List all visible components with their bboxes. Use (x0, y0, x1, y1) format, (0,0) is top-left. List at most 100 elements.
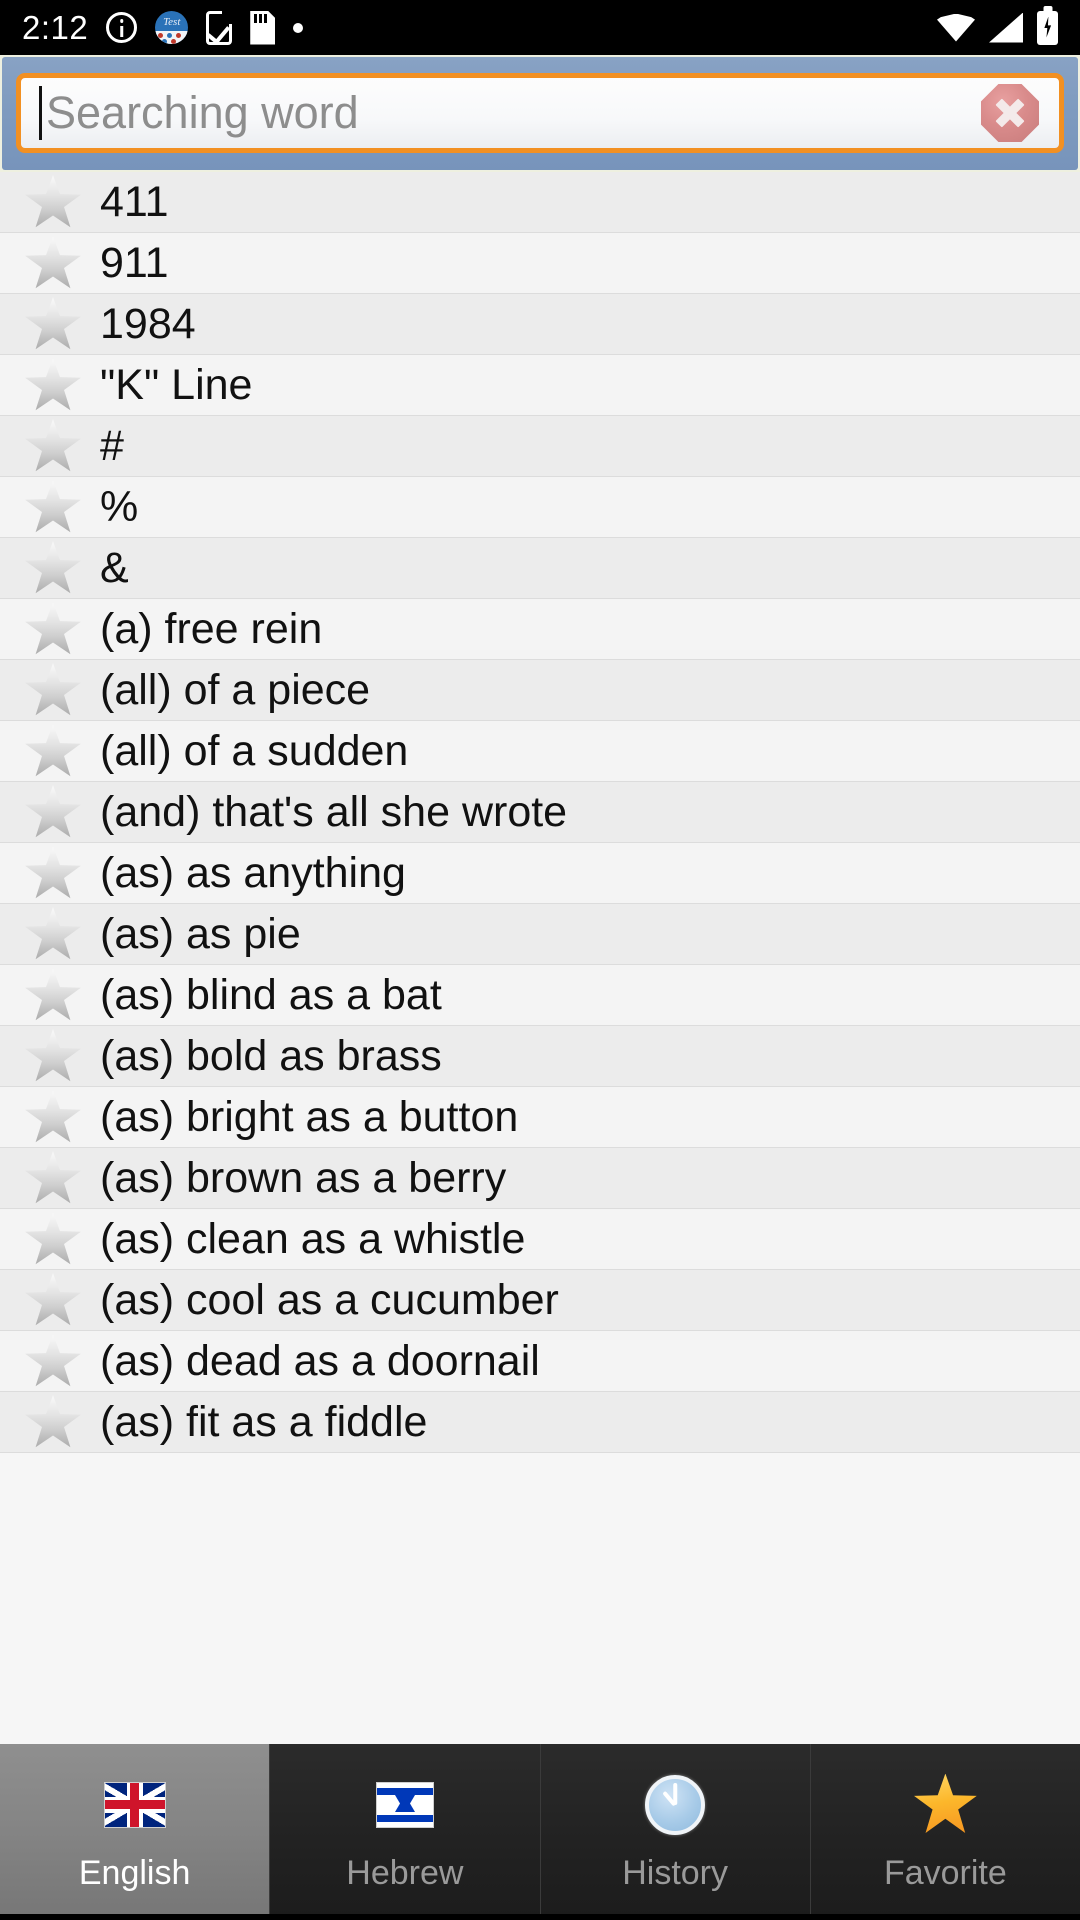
list-item-label: (as) as pie (100, 909, 301, 958)
list-item-label: 911 (100, 238, 169, 287)
star-outline-icon[interactable] (24, 1272, 82, 1328)
list-item-label: (as) fit as a fiddle (100, 1397, 428, 1446)
star-shape (25, 480, 81, 533)
star-outline-icon[interactable] (24, 1211, 82, 1267)
tab-english[interactable]: English (0, 1744, 271, 1920)
star-shape (25, 602, 81, 655)
tab-label: Hebrew (346, 1853, 464, 1892)
star-shape (25, 236, 81, 289)
list-item[interactable]: (all) of a sudden (0, 721, 1080, 782)
star-outline-icon[interactable] (24, 174, 82, 230)
text-caret (39, 86, 42, 140)
star-outline-icon[interactable] (24, 784, 82, 840)
status-bar-left: 2:12 Test (22, 7, 304, 46)
list-item[interactable]: (as) fit as a fiddle (0, 1392, 1080, 1453)
list-item-label: (as) blind as a bat (100, 970, 442, 1019)
list-item[interactable]: 1984 (0, 294, 1080, 355)
clock-icon (642, 1772, 708, 1838)
list-item-label: (as) bold as brass (100, 1031, 442, 1080)
clock-face (645, 1774, 706, 1835)
star-outline-icon[interactable] (24, 906, 82, 962)
star-outline-icon[interactable] (24, 723, 82, 779)
star-shape (25, 1212, 81, 1265)
star-shape (25, 1029, 81, 1082)
tab-favorite[interactable]: Favorite (810, 1744, 1080, 1920)
star-outline-icon[interactable] (24, 1394, 82, 1450)
list-item-label: "K" Line (100, 360, 253, 409)
list-item[interactable]: (all) of a piece (0, 660, 1080, 721)
tab-label: Favorite (883, 1853, 1007, 1892)
dot-icon (293, 22, 304, 33)
tab-history[interactable]: History (540, 1744, 811, 1920)
star-outline-icon[interactable] (24, 1089, 82, 1145)
list-item[interactable]: % (0, 477, 1080, 538)
star-shape (25, 907, 81, 960)
star-outline-icon[interactable] (24, 1028, 82, 1084)
list-item[interactable]: (as) as pie (0, 904, 1080, 965)
list-item[interactable]: (as) bold as brass (0, 1026, 1080, 1087)
test-app-label: Test (163, 16, 181, 28)
wifi-icon (937, 13, 975, 42)
list-item-label: 411 (100, 177, 169, 226)
star-outline-icon[interactable] (24, 1333, 82, 1389)
star-shape (25, 419, 81, 472)
list-item-label: (as) as anything (100, 848, 406, 897)
list-item[interactable]: (as) bright as a button (0, 1087, 1080, 1148)
star-outline-icon[interactable] (24, 662, 82, 718)
tab-label: History (622, 1853, 729, 1892)
search-input[interactable] (46, 78, 981, 148)
star-outline-icon[interactable] (24, 418, 82, 474)
star-outline-icon[interactable] (24, 1150, 82, 1206)
word-list[interactable]: 411 911 1984 "K" Line #% & (a) free rein (all) … (0, 172, 1080, 1744)
star-shape (25, 846, 81, 899)
star-outline-icon[interactable] (24, 357, 82, 413)
status-time: 2:12 (22, 9, 89, 46)
search-field[interactable] (16, 73, 1064, 153)
clear-search-button[interactable] (981, 84, 1039, 142)
triangle-down (394, 1794, 415, 1812)
tab-hebrew[interactable]: Hebrew (270, 1744, 541, 1920)
status-bar-right (937, 10, 1058, 45)
cellular-signal-icon (989, 12, 1023, 43)
list-item[interactable]: # (0, 416, 1080, 477)
info-icon (106, 12, 138, 43)
bottom-tab-bar[interactable]: English Hebrew History Favorite (0, 1744, 1080, 1920)
search-header (0, 55, 1080, 172)
nav-hint-bar (0, 1914, 1080, 1920)
list-item[interactable]: 911 (0, 233, 1080, 294)
star-shape (25, 541, 81, 594)
star-shape (25, 1090, 81, 1143)
clock-minute-hand (673, 1782, 677, 1805)
battery-charging-icon (1037, 10, 1058, 45)
star-outline-icon[interactable] (24, 967, 82, 1023)
list-item[interactable]: (as) cool as a cucumber (0, 1270, 1080, 1331)
star-outline-icon[interactable] (24, 296, 82, 352)
gold-star-shape (914, 1773, 977, 1834)
star-outline-icon[interactable] (24, 479, 82, 535)
star-shape (25, 175, 81, 228)
list-item[interactable]: & (0, 538, 1080, 599)
star-of-david-icon (394, 1794, 415, 1815)
list-item-label: (as) dead as a doornail (100, 1336, 540, 1385)
list-item[interactable]: "K" Line (0, 355, 1080, 416)
uk-flag-icon (102, 1772, 168, 1838)
star-shape (25, 1151, 81, 1204)
star-outline-icon[interactable] (24, 540, 82, 596)
list-item[interactable]: (as) as anything (0, 843, 1080, 904)
list-item[interactable]: (as) brown as a berry (0, 1148, 1080, 1209)
star-shape (25, 358, 81, 411)
star-shape (25, 785, 81, 838)
list-item-label: (as) cool as a cucumber (100, 1275, 559, 1324)
list-item[interactable]: (a) free rein (0, 599, 1080, 660)
star-shape (25, 1334, 81, 1387)
star-outline-icon[interactable] (24, 601, 82, 657)
list-item[interactable]: (and) that's all she wrote (0, 782, 1080, 843)
list-item[interactable]: 411 (0, 172, 1080, 233)
list-item[interactable]: (as) blind as a bat (0, 965, 1080, 1026)
star-outline-icon[interactable] (24, 235, 82, 291)
star-outline-icon[interactable] (24, 845, 82, 901)
list-item[interactable]: (as) clean as a whistle (0, 1209, 1080, 1270)
list-item-label: & (100, 543, 129, 592)
list-item[interactable]: (as) dead as a doornail (0, 1331, 1080, 1392)
star-shape (25, 1395, 81, 1448)
